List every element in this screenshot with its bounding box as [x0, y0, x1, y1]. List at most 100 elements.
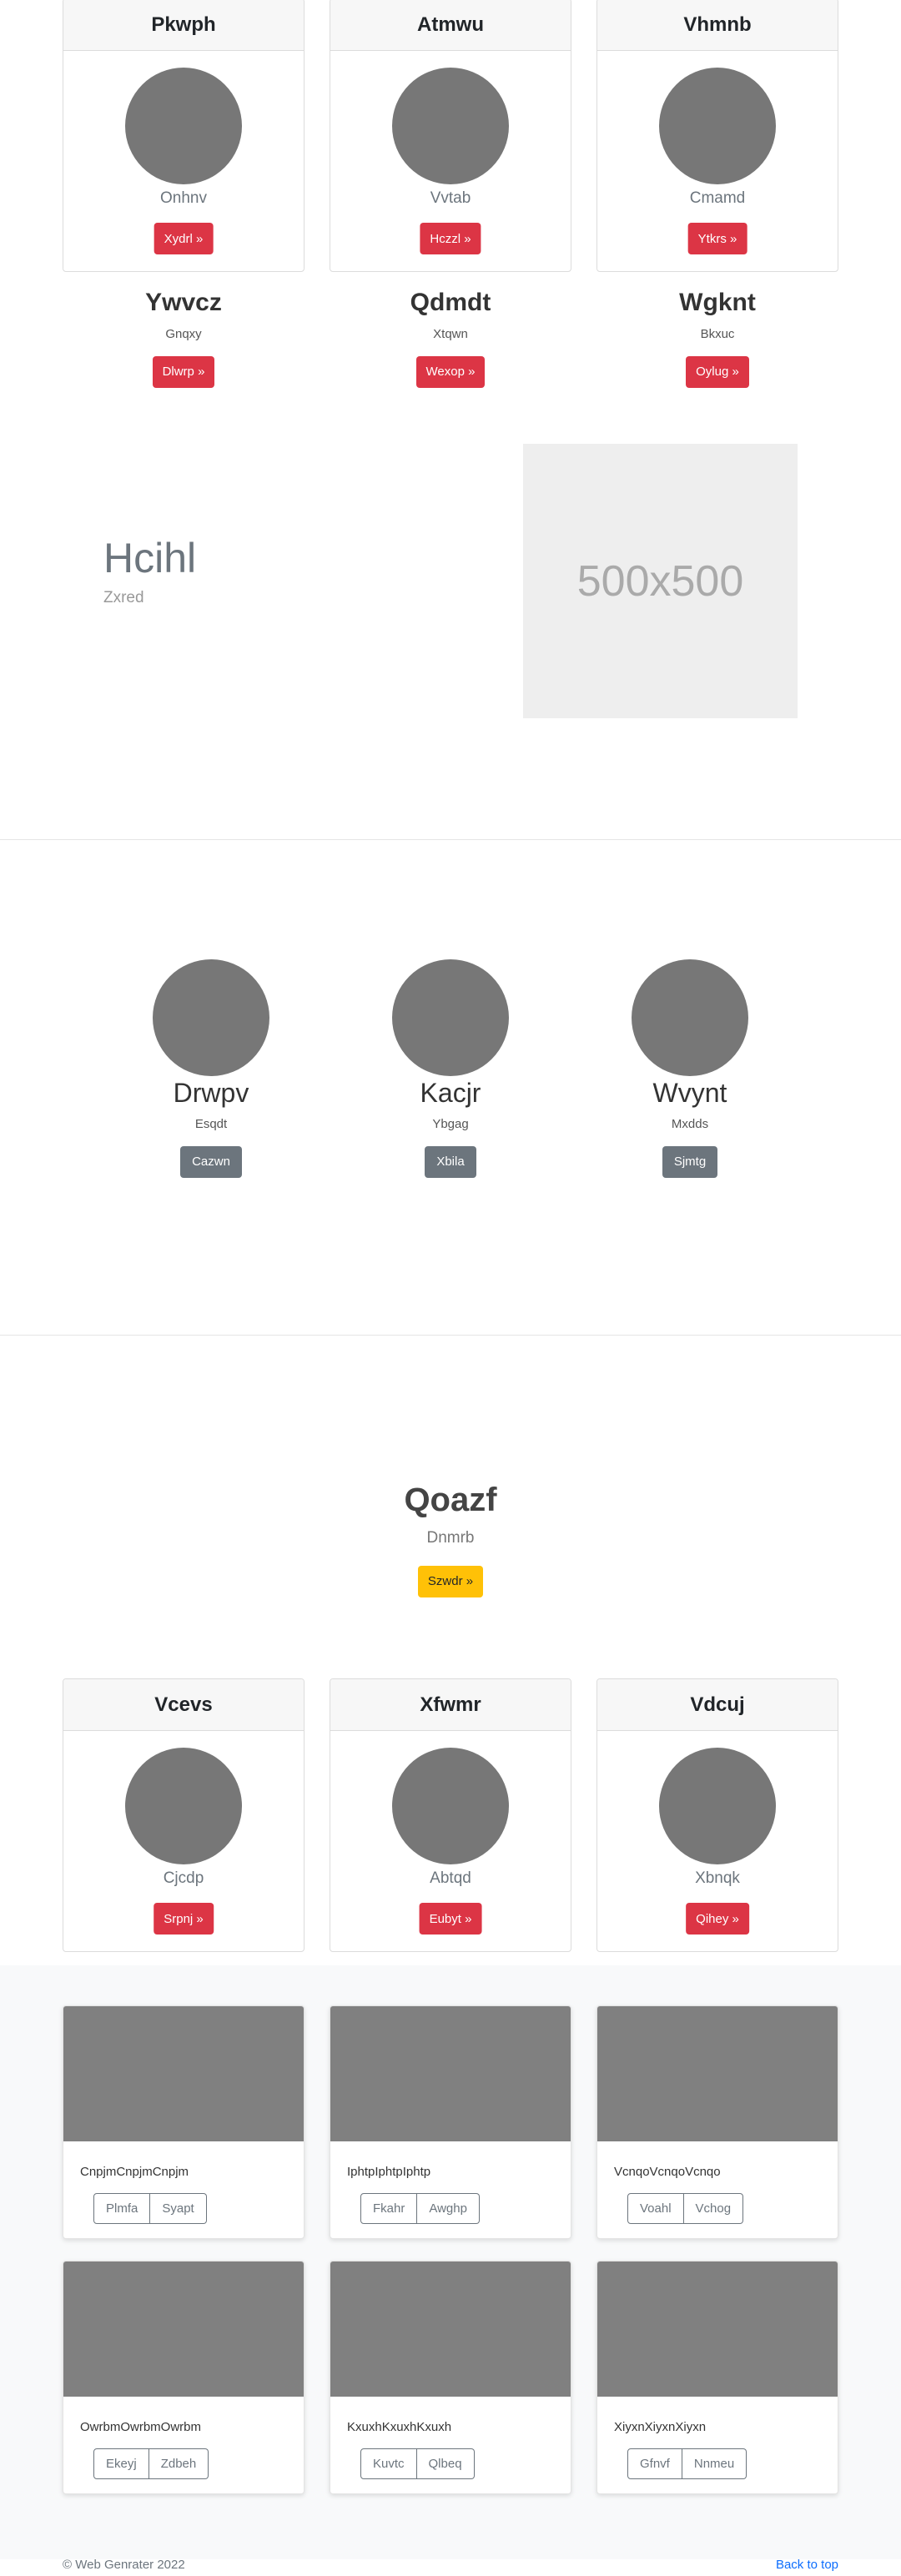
album-card: IphtpIphtpIphtp Fkahr Awghp: [330, 2005, 571, 2239]
button-group: Ekeyj Zdbeh: [93, 2448, 209, 2479]
image-size-label: 500x500: [576, 556, 744, 606]
member-name: Wvynt: [652, 1078, 727, 1108]
card-title: Vhmnb: [597, 0, 838, 51]
avatar-placeholder: [392, 68, 509, 184]
heading-column: Wgknt Bkxuc Oylug »: [596, 289, 838, 388]
card-subtitle: Abtqd: [430, 1869, 471, 1887]
album-card: OwrbmOwrbmOwrbm Ekeyj Zdbeh: [63, 2261, 305, 2494]
thumbnail-placeholder: [597, 2006, 838, 2141]
section-divider: [0, 839, 901, 840]
card-text: CnpjmCnpjmCnpjm: [80, 2165, 189, 2179]
feature-subtitle: Zxred: [103, 589, 144, 606]
card-text: VcnqoVcnqoVcnqo: [614, 2165, 721, 2179]
thumbnail-placeholder: [597, 2262, 838, 2397]
view-button[interactable]: Voahl: [627, 2193, 684, 2224]
heading-subtitle: Bkxuc: [700, 327, 735, 341]
member-name: Drwpv: [173, 1078, 249, 1108]
heading-title: Qdmdt: [410, 289, 491, 316]
card-subtitle: Cjcdp: [163, 1869, 204, 1887]
card-title: Vdcuj: [597, 1679, 838, 1731]
view-button[interactable]: Gfnvf: [627, 2448, 682, 2479]
member-role: Ybgag: [432, 1117, 469, 1131]
hero-button[interactable]: Szwdr »: [417, 1566, 484, 1597]
card-button[interactable]: Srpnj »: [154, 1903, 214, 1935]
button-group: Voahl Vchog: [627, 2193, 744, 2224]
pricing-card: Atmwu Vvtab Hczzl »: [330, 0, 571, 272]
member-role: Esqdt: [194, 1117, 228, 1131]
avatar-placeholder: [153, 959, 269, 1076]
heading-subtitle: Xtqwn: [433, 327, 468, 341]
team-member: Kacjr Ybgag Xbila: [359, 959, 542, 1178]
button-group: Plmfa Syapt: [93, 2193, 207, 2224]
pricing-card: Vdcuj Xbnqk Qihey »: [596, 1678, 838, 1952]
view-button[interactable]: Plmfa: [93, 2193, 151, 2224]
hero-subtitle: Dnmrb: [426, 1529, 475, 1547]
card-button[interactable]: Xydrl »: [154, 223, 214, 254]
avatar-placeholder: [125, 1748, 242, 1864]
card-subtitle: Onhnv: [160, 189, 207, 207]
card-title: Atmwu: [330, 0, 571, 51]
card-button[interactable]: Eubyt »: [419, 1903, 482, 1935]
pricing-card: Vhmnb Cmamd Ytkrs »: [596, 0, 838, 272]
heading-title: Wgknt: [679, 289, 756, 316]
heading-button[interactable]: Dlwrp »: [152, 356, 215, 388]
pricing-card: Pkwph Onhnv Xydrl »: [63, 0, 305, 272]
member-button[interactable]: Cazwn: [180, 1146, 242, 1178]
edit-button[interactable]: Qlbeq: [416, 2448, 475, 2479]
card-text: OwrbmOwrbmOwrbm: [80, 2420, 201, 2434]
card-subtitle: Cmamd: [689, 189, 746, 207]
edit-button[interactable]: Vchog: [683, 2193, 744, 2224]
edit-button[interactable]: Syapt: [150, 2193, 207, 2224]
hero: Qoazf Dnmrb Szwdr »: [0, 1482, 901, 1597]
section-divider: [0, 1335, 901, 1336]
view-button[interactable]: Kuvtc: [360, 2448, 417, 2479]
thumbnail-placeholder: [330, 2262, 571, 2397]
view-button[interactable]: Fkahr: [360, 2193, 418, 2224]
thumbnail-placeholder: [63, 2262, 304, 2397]
avatar-placeholder: [125, 68, 242, 184]
team-member: Drwpv Esqdt Cazwn: [119, 959, 303, 1178]
card-text: XiyxnXiyxnXiyxn: [614, 2420, 707, 2434]
heading-button[interactable]: Oylug »: [686, 356, 749, 388]
member-button[interactable]: Xbila: [425, 1146, 476, 1178]
card-title: Pkwph: [63, 0, 304, 51]
edit-button[interactable]: Zdbeh: [148, 2448, 209, 2479]
edit-button[interactable]: Awghp: [417, 2193, 480, 2224]
card-button[interactable]: Ytkrs »: [687, 223, 747, 254]
hero-title: Qoazf: [404, 1482, 497, 1518]
card-subtitle: Xbnqk: [695, 1869, 740, 1887]
team-member: Wvynt Mxdds Sjmtg: [598, 959, 782, 1178]
card-title: Vcevs: [63, 1679, 304, 1731]
avatar-placeholder: [392, 959, 509, 1076]
pricing-card: Vcevs Cjcdp Srpnj »: [63, 1678, 305, 1952]
member-role: Mxdds: [671, 1117, 709, 1131]
album-card: VcnqoVcnqoVcnqo Voahl Vchog: [596, 2005, 838, 2239]
card-title: Xfwmr: [330, 1679, 571, 1731]
thumbnail-placeholder: [63, 2006, 304, 2141]
avatar-placeholder: [392, 1748, 509, 1864]
avatar-placeholder: [659, 1748, 776, 1864]
view-button[interactable]: Ekeyj: [93, 2448, 149, 2479]
pricing-card: Xfwmr Abtqd Eubyt »: [330, 1678, 571, 1952]
button-group: Fkahr Awghp: [360, 2193, 480, 2224]
card-subtitle: Vvtab: [430, 189, 471, 207]
card-text: KxuxhKxuxhKxuxh: [347, 2420, 452, 2434]
card-text: IphtpIphtpIphtp: [347, 2165, 431, 2179]
avatar-placeholder: [632, 959, 748, 1076]
member-name: Kacjr: [420, 1078, 481, 1108]
card-button[interactable]: Qihey »: [686, 1903, 749, 1935]
button-group: Gfnvf Nnmeu: [627, 2448, 747, 2479]
thumbnail-placeholder: [330, 2006, 571, 2141]
member-button[interactable]: Sjmtg: [662, 1146, 718, 1178]
feature-image-placeholder: 500x500: [523, 444, 798, 718]
card-button[interactable]: Hczzl »: [420, 223, 481, 254]
heading-button[interactable]: Wexop »: [415, 356, 486, 388]
album-card: CnpjmCnpjmCnpjm Plmfa Syapt: [63, 2005, 305, 2239]
feature-title: Hcihl: [103, 535, 197, 581]
heading-title: Ywvcz: [145, 289, 222, 316]
avatar-placeholder: [659, 68, 776, 184]
heading-subtitle: Gnqxy: [165, 327, 202, 341]
album-card: XiyxnXiyxnXiyxn Gfnvf Nnmeu: [596, 2261, 838, 2494]
back-to-top-link[interactable]: Back to top: [776, 2558, 838, 2572]
edit-button[interactable]: Nnmeu: [682, 2448, 747, 2479]
